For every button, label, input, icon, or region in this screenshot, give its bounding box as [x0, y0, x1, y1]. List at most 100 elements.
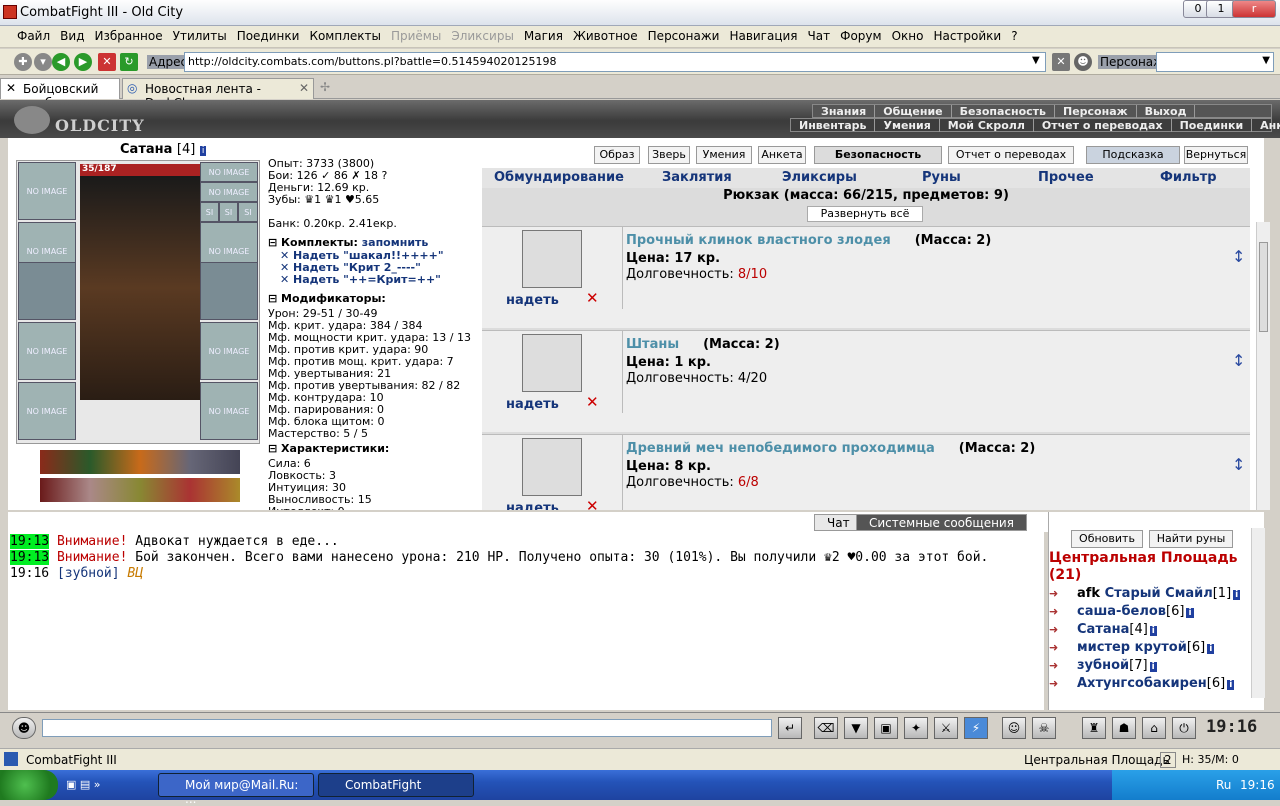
fight-icon[interactable]: ✦: [904, 717, 928, 739]
top-button-4[interactable]: Безопасность: [814, 146, 942, 164]
stop-icon[interactable]: ✕: [98, 53, 116, 71]
eraser-icon[interactable]: ⌫: [814, 717, 838, 739]
quick-launch-icons[interactable]: ▣ ▤ »: [66, 778, 101, 791]
menu-item-5[interactable]: Комплекты: [304, 26, 386, 46]
close-tab-icon[interactable]: ✕: [299, 81, 309, 95]
buff-icons-row-1[interactable]: [40, 450, 240, 474]
game-nav-top-2[interactable]: Безопасность: [952, 105, 1055, 118]
player-row[interactable]: ➜ afk Старый Смайл[1] i: [1049, 586, 1249, 604]
slot-small-3[interactable]: SI: [238, 202, 258, 222]
chat-input[interactable]: [42, 719, 772, 737]
item-image[interactable]: [522, 230, 582, 288]
top-button-2[interactable]: Умения: [696, 146, 752, 164]
bag-icon[interactable]: ♜: [1082, 717, 1106, 739]
refresh-button[interactable]: Обновить: [1071, 530, 1143, 548]
task-mail-ru[interactable]: Мой мир@Mail.Ru: ...: [158, 773, 314, 806]
player-name[interactable]: Старый Смайл: [1105, 586, 1213, 601]
info-icon[interactable]: i: [1233, 590, 1241, 600]
info-icon[interactable]: i: [1149, 662, 1157, 672]
menu-item-12[interactable]: Чат: [803, 26, 836, 46]
player-row[interactable]: ➜ Ахтунгсобакирен[6] i: [1049, 676, 1249, 694]
item-arrows-icon[interactable]: ↕: [1232, 351, 1245, 370]
menu-item-8[interactable]: Магия: [519, 26, 568, 46]
menu-item-0[interactable]: Файл: [12, 26, 55, 46]
menu-item-15[interactable]: Настройки: [928, 26, 1006, 46]
speed-icon[interactable]: ⚡: [964, 717, 988, 739]
character-avatar[interactable]: [80, 176, 200, 400]
player-name[interactable]: мистер крутой: [1077, 640, 1187, 655]
item-image[interactable]: [522, 438, 582, 496]
player-name[interactable]: саша-белов: [1077, 604, 1166, 619]
top-button-0[interactable]: Образ: [594, 146, 640, 164]
player-row[interactable]: ➜ Сатана[4] i: [1049, 622, 1249, 640]
game-nav-top-0[interactable]: Знания: [813, 105, 876, 118]
menu-item-11[interactable]: Навигация: [724, 26, 802, 46]
inventory-tab-5[interactable]: Фильтр: [1160, 170, 1217, 185]
item-name[interactable]: Прочный клинок властного злодея (Масса: 2…: [626, 233, 991, 248]
forward-icon[interactable]: ▶: [74, 53, 92, 71]
back-icon[interactable]: ◀: [52, 53, 70, 71]
game-nav-bottom-1[interactable]: Умения: [875, 119, 940, 132]
inventory-tab-0[interactable]: Обмундирование: [494, 170, 624, 185]
wear-button[interactable]: надеть: [506, 397, 559, 412]
item-name-text[interactable]: Штаны: [626, 337, 679, 352]
game-nav-bottom-3[interactable]: Отчет о переводах: [1034, 119, 1172, 132]
game-nav-top-3[interactable]: Персонаж: [1055, 105, 1137, 118]
start-button[interactable]: [0, 770, 58, 800]
pin-icon[interactable]: ✚: [14, 53, 32, 71]
item-name-text[interactable]: Древний меч непобедимого проходимца: [626, 441, 935, 456]
tray-lang[interactable]: Ru: [1216, 778, 1231, 792]
buff-icons-row-2[interactable]: [40, 478, 240, 502]
player-name[interactable]: зубной: [1077, 658, 1129, 673]
item-arrows-icon[interactable]: ↕: [1232, 455, 1245, 474]
set-item[interactable]: ✕ Надеть "++=Крит=++": [280, 274, 441, 286]
persona-select[interactable]: ▼: [1156, 52, 1274, 72]
menu-item-14[interactable]: Окно: [887, 26, 929, 46]
top-button-7[interactable]: Вернуться: [1184, 146, 1248, 164]
task-combatfight[interactable]: CombatFight: [318, 773, 474, 797]
delete-icon[interactable]: ✕: [586, 393, 599, 411]
find-runes-button[interactable]: Найти руны: [1149, 530, 1233, 548]
delete-icon[interactable]: ✕: [586, 497, 599, 510]
item-name[interactable]: Древний меч непобедимого проходимца (Масс…: [626, 441, 1035, 456]
slot-boots[interactable]: NO IMAGE: [200, 382, 258, 440]
exit-icon[interactable]: ⏻: [1172, 717, 1196, 739]
address-input[interactable]: http://oldcity.combats.com/buttons.pl?ba…: [184, 52, 1046, 72]
player-row[interactable]: ➜ саша-белов[6] i: [1049, 604, 1249, 622]
slot-small-1[interactable]: SI: [200, 202, 219, 222]
address-dropdown-icon[interactable]: ▼: [1032, 55, 1040, 66]
home-icon[interactable]: ⌂: [1142, 717, 1166, 739]
filter-icon[interactable]: ▼: [844, 717, 868, 739]
inventory-tab-1[interactable]: Заклятия: [662, 170, 732, 185]
game-nav-top-1[interactable]: Общение: [875, 105, 952, 118]
wear-button[interactable]: надеть: [506, 293, 559, 308]
slot-weapon-left[interactable]: [18, 262, 76, 320]
slot-amulet[interactable]: NO IMAGE: [200, 182, 258, 202]
close-tab-icon[interactable]: ✕: [6, 81, 16, 95]
save-icon[interactable]: ▣: [874, 717, 898, 739]
game-nav-bottom-0[interactable]: Инвентарь: [791, 119, 876, 132]
battle-icon[interactable]: ⚔: [934, 717, 958, 739]
menu-item-9[interactable]: Животное: [568, 26, 643, 46]
clear-icon[interactable]: ✕: [1052, 53, 1070, 71]
wear-button[interactable]: надеть: [506, 501, 559, 510]
top-button-1[interactable]: Зверь: [648, 146, 690, 164]
menu-item-10[interactable]: Персонажи: [643, 26, 725, 46]
top-button-5[interactable]: Отчет о переводах: [948, 146, 1074, 164]
info-icon[interactable]: i: [1149, 626, 1157, 636]
new-tab-icon[interactable]: ✢: [320, 80, 330, 94]
menu-item-13[interactable]: Форум: [835, 26, 886, 46]
item-name-text[interactable]: Прочный клинок властного злодея: [626, 233, 891, 248]
tab-fight-club[interactable]: ✕ Бойцовский клуб: [0, 78, 120, 110]
slot-earring[interactable]: NO IMAGE: [200, 162, 258, 182]
send-icon[interactable]: ↵: [778, 717, 802, 739]
player-name[interactable]: Сатана: [1077, 622, 1129, 637]
game-nav-bottom-5[interactable]: Анкета: [1252, 119, 1280, 132]
smile-face-icon[interactable]: ☻: [12, 717, 36, 739]
inventory-tab-3[interactable]: Руны: [922, 170, 961, 185]
item-arrows-icon[interactable]: ↕: [1232, 247, 1245, 266]
player-name[interactable]: Ахтунгсобакирен: [1077, 676, 1207, 691]
menu-item-2[interactable]: Избранное: [89, 26, 167, 46]
top-button-3[interactable]: Анкета: [758, 146, 806, 164]
item-name[interactable]: Штаны (Масса: 2): [626, 337, 780, 352]
